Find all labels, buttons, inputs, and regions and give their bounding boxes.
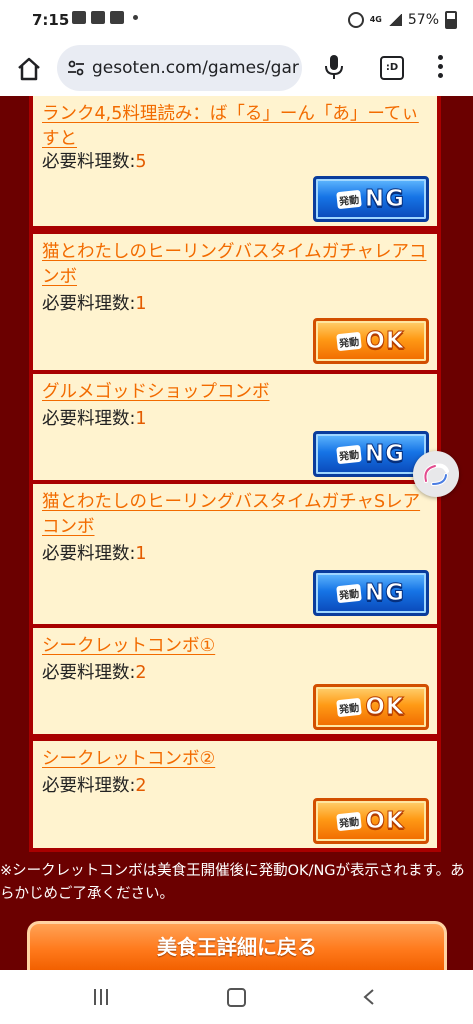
home-nav-icon[interactable]: [227, 988, 246, 1007]
badge-prefix: 発動: [336, 189, 362, 209]
gallery-notification-icon: [72, 11, 86, 24]
required-dishes-value: 5: [135, 152, 147, 172]
battery-percent: 57%: [407, 12, 439, 28]
badge-prefix: 発動: [336, 583, 362, 603]
activation-ok-badge: 発動 OK: [313, 318, 429, 364]
required-dishes-label: 必要料理数:: [42, 152, 136, 172]
system-navigation-bar: [0, 970, 473, 1024]
combo-card: グルメゴッドショップコンボ 必要料理数:1 発動 NG: [29, 370, 441, 484]
network-type: 4G: [369, 15, 382, 24]
combo-name-link[interactable]: ランク4,5料理読み：ば「る」ーん「あ」ーてぃすと: [42, 102, 432, 152]
signal-icon: [387, 14, 402, 26]
required-dishes: 必要料理数:5: [42, 150, 147, 175]
required-dishes-value: 2: [135, 776, 147, 796]
notification-icons: [72, 11, 138, 24]
more-menu-icon[interactable]: [436, 55, 444, 81]
combo-card: ランク4,5料理読み：ば「る」ーん「あ」ーてぃすと 必要料理数:5 発動 NG: [29, 96, 441, 230]
back-to-details-button[interactable]: 美食王詳細に戻る: [27, 921, 447, 970]
site-settings-icon[interactable]: [67, 59, 85, 77]
activation-ok-badge: 発動 OK: [313, 798, 429, 844]
combo-card: シークレットコンボ① 必要料理数:2 発動 OK: [29, 624, 441, 738]
status-bar: 7:15 4G 57%: [0, 0, 473, 42]
badge-status: OK: [365, 694, 405, 721]
back-nav-icon[interactable]: [362, 989, 376, 1005]
required-dishes-value: 1: [135, 544, 147, 564]
required-dishes-label: 必要料理数:: [42, 544, 136, 564]
activation-ng-badge: 発動 NG: [313, 431, 429, 477]
badge-status: OK: [365, 328, 405, 355]
home-icon[interactable]: [14, 54, 44, 84]
battery-icon: [445, 11, 457, 29]
combo-name-link[interactable]: 猫とわたしのヒーリングバスタイムガチャSレアコンボ: [42, 490, 432, 540]
combo-card: 猫とわたしのヒーリングバスタイムガチャSレアコンボ 必要料理数:1 発動 NG: [29, 480, 441, 628]
required-dishes: 必要料理数:2: [42, 661, 147, 686]
required-dishes: 必要料理数:1: [42, 292, 147, 317]
required-dishes-value: 1: [135, 409, 147, 429]
more-notifications-dot-icon: [133, 15, 138, 20]
page-content: ランク4,5料理読み：ば「る」ーん「あ」ーてぃすと 必要料理数:5 発動 NG 猫…: [0, 96, 473, 970]
required-dishes-label: 必要料理数:: [42, 294, 136, 314]
badge-status: NG: [364, 580, 406, 607]
youtube-notification-icon: [91, 11, 105, 24]
required-dishes: 必要料理数:1: [42, 407, 147, 432]
required-dishes-value: 1: [135, 294, 147, 314]
alarm-icon: [347, 12, 364, 28]
combo-name-link[interactable]: グルメゴッドショップコンボ: [42, 380, 432, 405]
activation-ok-badge: 発動 OK: [313, 684, 429, 730]
badge-prefix: 発動: [336, 331, 363, 351]
recent-apps-icon[interactable]: [94, 989, 112, 1005]
combo-name-link[interactable]: シークレットコンボ①: [42, 634, 432, 659]
activation-ng-badge: 発動 NG: [313, 176, 429, 222]
required-dishes-label: 必要料理数:: [42, 776, 136, 796]
status-time: 7:15: [32, 11, 70, 29]
combo-card: シークレットコンボ② 必要料理数:2 発動 OK: [29, 737, 441, 852]
required-dishes: 必要料理数:2: [42, 774, 147, 799]
badge-prefix: 発動: [336, 697, 363, 717]
browser-toolbar: gesoten.com/games/gar :D: [0, 42, 473, 96]
tab-switcher-button[interactable]: :D: [380, 56, 404, 80]
required-dishes-label: 必要料理数:: [42, 409, 136, 429]
activation-ng-badge: 発動 NG: [313, 570, 429, 616]
assistant-logo-icon: [423, 463, 449, 486]
secret-combo-note: ※シークレットコンボは美食王開催後に発動OK/NGが表示されます。あらかじめご了…: [0, 863, 465, 902]
required-dishes-label: 必要料理数:: [42, 663, 136, 683]
address-bar[interactable]: gesoten.com/games/gar: [57, 45, 302, 91]
badge-status: OK: [365, 808, 405, 835]
combo-name-link[interactable]: シークレットコンボ②: [42, 747, 432, 772]
badge-status: NG: [364, 186, 406, 213]
required-dishes: 必要料理数:1: [42, 542, 147, 567]
required-dishes-value: 2: [135, 663, 147, 683]
badge-prefix: 発動: [336, 444, 362, 464]
floating-assistant-button[interactable]: [413, 451, 459, 497]
combo-name-link[interactable]: 猫とわたしのヒーリングバスタイムガチャレアコンボ: [42, 240, 432, 290]
badge-status: NG: [364, 441, 406, 468]
badge-prefix: 発動: [336, 811, 363, 831]
combo-card: 猫とわたしのヒーリングバスタイムガチャレアコンボ 必要料理数:1 発動 OK: [29, 230, 441, 374]
news-notification-icon: [110, 11, 124, 24]
url-text: gesoten.com/games/gar: [92, 58, 299, 78]
microphone-icon[interactable]: [322, 53, 346, 81]
status-right: 4G 57%: [347, 11, 457, 29]
